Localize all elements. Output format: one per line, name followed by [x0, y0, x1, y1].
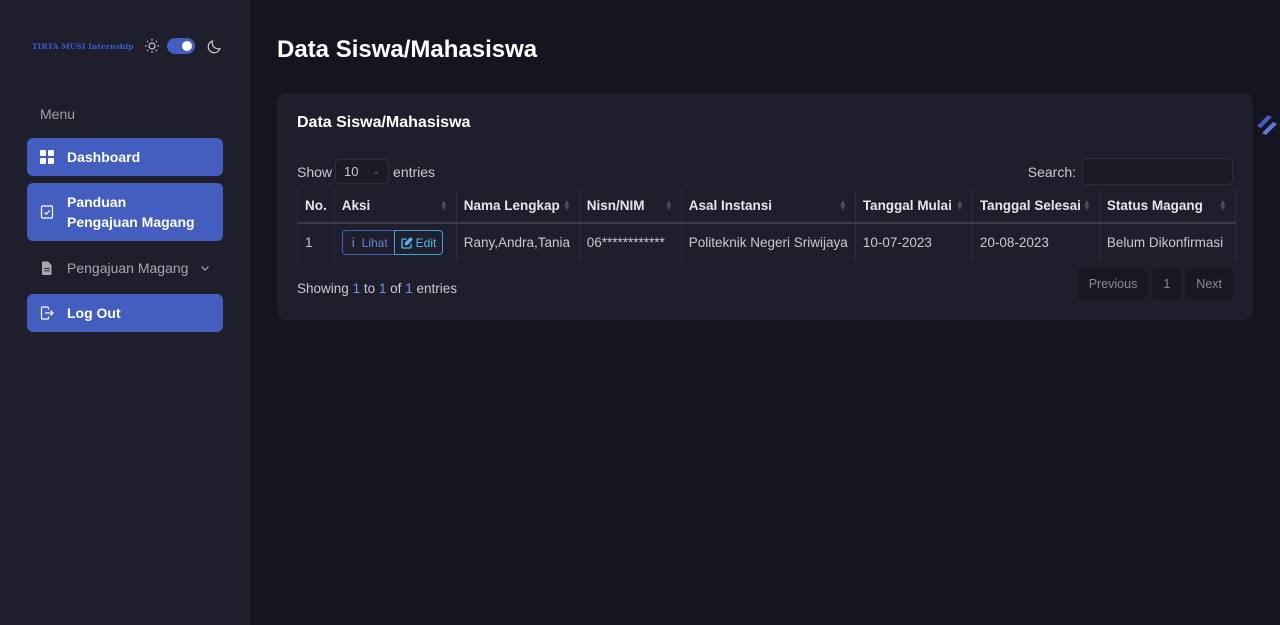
column-header[interactable]: Tanggal Selesai ▲ ▼: [972, 189, 1100, 224]
column-header[interactable]: Asal Instansi ▲ ▼: [681, 189, 856, 224]
view-button[interactable]: i Lihat: [341, 230, 395, 255]
sort-icon: ▲ ▼: [955, 198, 964, 212]
chevron-down-icon: ⌄: [372, 166, 381, 176]
sort-icon: ▲ ▼: [1218, 198, 1227, 212]
sun-icon: [145, 39, 159, 53]
search-control: Search:: [1028, 158, 1233, 185]
menu-title: Menu: [40, 106, 76, 122]
entries-label: entries: [393, 163, 436, 180]
cell-status: Belum Dikonfirmasi: [1099, 223, 1236, 261]
card-title: Data Siswa/Mahasiswa: [297, 114, 471, 131]
sidebar-item-logout[interactable]: Log Out: [27, 294, 223, 332]
show-label: Show: [297, 163, 333, 180]
document-icon: [42, 261, 52, 275]
grid-icon: [40, 150, 54, 164]
logout-icon: [40, 306, 54, 320]
cell-nim: 06************: [579, 223, 682, 261]
cell-nama: Rany,Andra,Tania: [456, 223, 580, 261]
cell-instansi: Politeknik Negeri Sriwijaya: [681, 223, 856, 261]
page-1-button[interactable]: 1: [1152, 269, 1182, 299]
search-label: Search:: [1027, 163, 1076, 180]
sort-icon: ▲ ▼: [838, 198, 847, 212]
sidebar-item-dashboard[interactable]: Dashboard: [27, 138, 223, 176]
page-title: Data Siswa/Mahasiswa: [277, 36, 538, 63]
sidebar: TIRTA MUSI Internship Menu Dashboard Pan…: [0, 0, 250, 625]
cell-mulai: 10-07-2023: [855, 223, 973, 261]
cell-no: 1: [297, 223, 335, 261]
column-header[interactable]: Aksi ▲ ▼: [334, 189, 457, 224]
scroll-indicator-icon[interactable]: [1252, 112, 1278, 138]
pagination: Previous 1 Next: [1074, 269, 1233, 299]
search-input[interactable]: [1082, 158, 1233, 185]
cell-aksi: i Lihat Edit: [334, 223, 457, 261]
column-header[interactable]: No.: [297, 189, 335, 224]
sidebar-item-label: Pengajuan Magang: [67, 260, 189, 276]
data-card: Data Siswa/Mahasiswa Show 10 ⌄ entries S…: [277, 93, 1253, 320]
sidebar-item-panduan[interactable]: Panduan Pengajuan Magang: [27, 183, 223, 241]
column-header[interactable]: Nisn/NIM ▲ ▼: [579, 189, 682, 224]
table-info: Showing 1 to 1 of 1 entries: [297, 281, 457, 296]
sidebar-item-pengajuan[interactable]: Pengajuan Magang: [27, 249, 223, 287]
checklist-icon: [40, 205, 54, 219]
previous-button[interactable]: Previous: [1077, 269, 1149, 299]
sort-icon: ▲ ▼: [664, 198, 673, 212]
edit-icon: [401, 236, 413, 249]
dark-mode-switch[interactable]: [167, 38, 195, 54]
chevron-down-icon: [201, 266, 210, 271]
edit-button[interactable]: Edit: [393, 230, 444, 255]
sidebar-item-label: Panduan Pengajuan Magang: [67, 194, 195, 230]
data-table: No. Aksi ▲ ▼ Nama Lengkap ▲ ▼ Nisn/NIM ▲ ▼ Asa…: [297, 189, 1236, 261]
column-header[interactable]: Tanggal Mulai ▲ ▼: [855, 189, 973, 224]
moon-icon: [207, 40, 221, 54]
sort-icon: ▲ ▼: [439, 198, 448, 212]
table-header-row: No. Aksi ▲ ▼ Nama Lengkap ▲ ▼ Nisn/NIM ▲ ▼ Asa…: [297, 189, 1236, 224]
sort-icon: ▲ ▼: [1082, 198, 1091, 212]
next-button[interactable]: Next: [1185, 269, 1233, 299]
theme-toggle: [144, 38, 223, 54]
column-header[interactable]: Status Magang ▲ ▼: [1099, 189, 1236, 224]
app-logo[interactable]: TIRTA MUSI Internship: [32, 42, 134, 51]
entries-select-value: 10: [344, 164, 359, 179]
sidebar-item-label: Log Out: [67, 305, 121, 321]
entries-select[interactable]: 10 ⌄: [335, 159, 390, 184]
cell-selesai: 20-08-2023: [972, 223, 1100, 261]
sort-icon: ▲ ▼: [562, 198, 571, 212]
info-icon: i: [351, 235, 355, 250]
table-row: 1 i Lihat Edit Rany,Andra,Tania 06********…: [297, 223, 1236, 261]
sidebar-item-label: Dashboard: [67, 149, 141, 165]
column-header[interactable]: Nama Lengkap ▲ ▼: [456, 189, 580, 224]
entries-length-control: Show 10 ⌄ entries: [297, 159, 435, 184]
